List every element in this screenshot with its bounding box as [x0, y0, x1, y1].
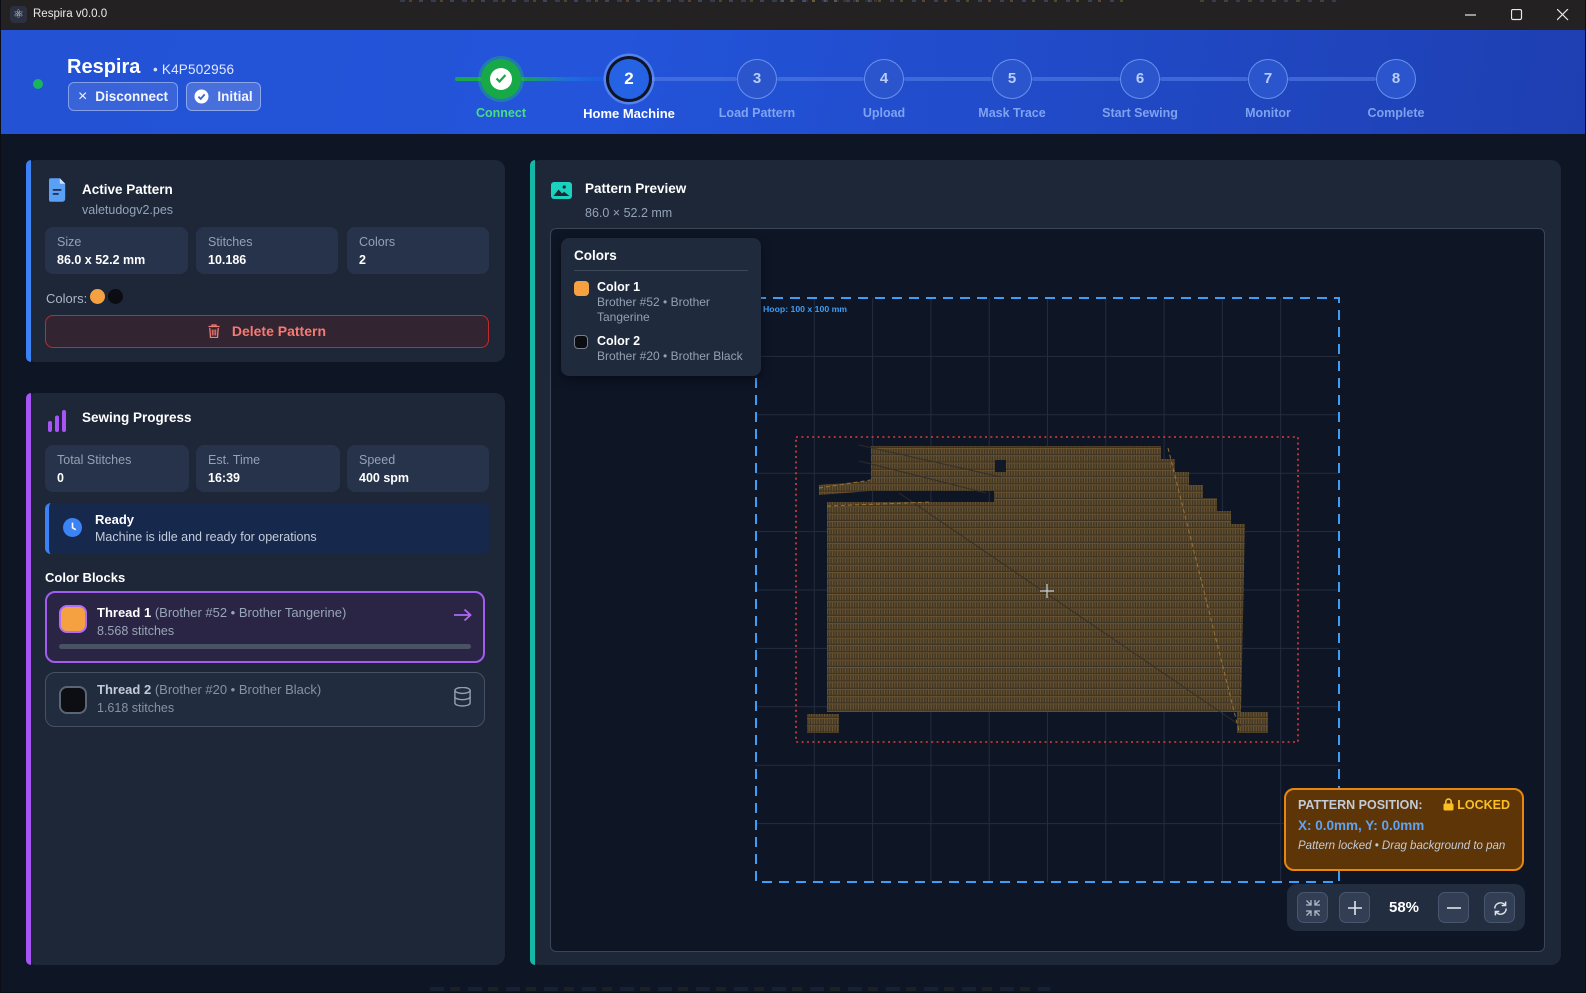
svg-text:Hoop: 100 x 100 mm: Hoop: 100 x 100 mm	[763, 304, 847, 314]
